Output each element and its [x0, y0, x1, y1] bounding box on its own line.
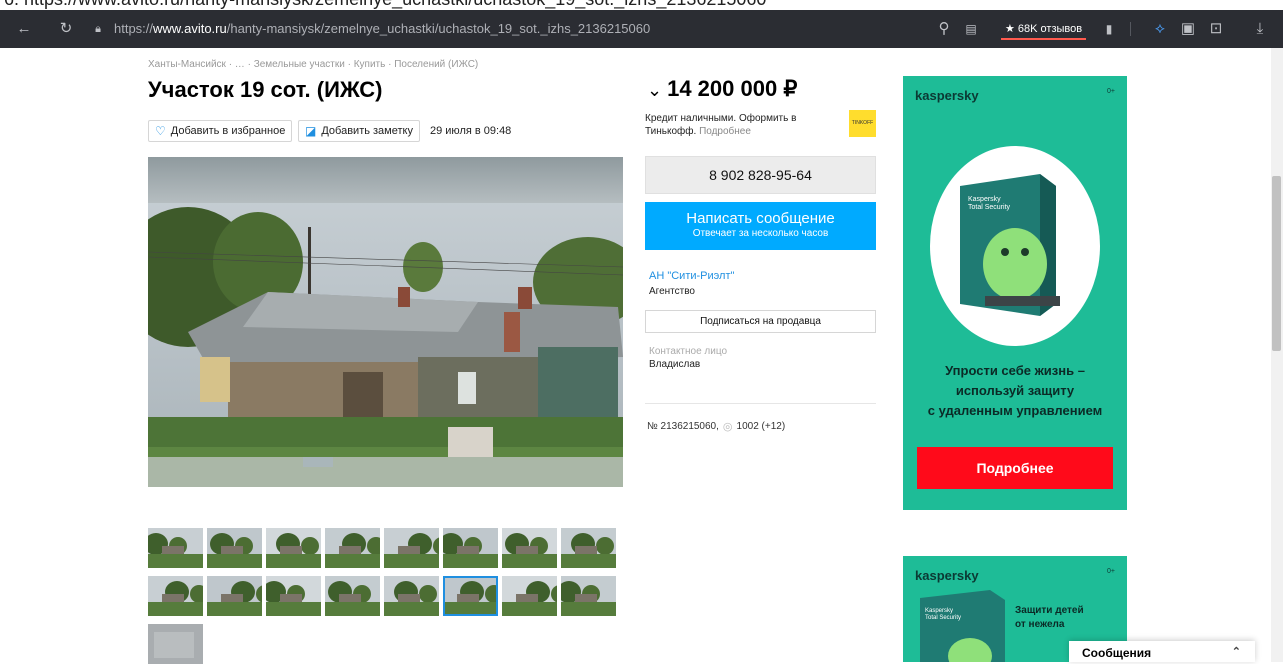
tinkoff-logo[interactable]: TINKOFF [849, 110, 876, 137]
ad2-slogan: Защити детей от нежела [1015, 604, 1084, 632]
photo-thumbnail[interactable] [325, 576, 380, 616]
photo-thumbnail[interactable] [502, 576, 557, 616]
reviews-badge[interactable]: ★ 68K отзывов [1001, 20, 1087, 40]
box-label-1: Kaspersky [925, 608, 953, 614]
toolbar-divider [1130, 22, 1131, 36]
response-time: Отвечает за несколько часов [692, 228, 829, 239]
eye-icon: ◎ [722, 421, 733, 433]
breadcrumb[interactable]: Ханты-Мансийск · … · Земельные участки ·… [148, 59, 478, 70]
url-host: www.avito.ru [153, 21, 227, 36]
ad-slogan-line-2: используй защиту [955, 383, 1075, 398]
photo-thumbnail[interactable] [266, 528, 321, 568]
seller-name-link[interactable]: АН "Сити-Риэлт" [649, 270, 734, 282]
age-rating: 0+ [1107, 88, 1115, 95]
box-label-2: Total Security [968, 204, 1011, 211]
kaspersky-logo: kaspersky [915, 88, 979, 103]
page-title: Участок 19 сот. (ИЖС) [148, 77, 383, 102]
ad-slogan-line-1: Упрости себе жизнь – [945, 363, 1085, 378]
download-icon[interactable]: ⤓ [1250, 10, 1270, 48]
scrollbar-thumb[interactable] [1272, 176, 1281, 351]
photo-thumbnail[interactable] [443, 528, 498, 568]
page-scrollbar[interactable] [1271, 48, 1283, 662]
contact-label: Контактное лицо [649, 346, 728, 357]
photo-thumbnail[interactable] [207, 576, 262, 616]
photo-thumbnail[interactable] [502, 528, 557, 568]
photo-thumbnail[interactable] [207, 528, 262, 568]
write-message-label: Написать сообщение [686, 210, 835, 227]
add-note-button[interactable]: ◪ Добавить заметку [298, 120, 420, 142]
lock-icon: 🔒︎ [95, 23, 101, 35]
extension-icon[interactable]: ⟡ [1150, 10, 1170, 48]
house-photo [148, 157, 623, 487]
reader-icon[interactable]: ▣ [1178, 10, 1198, 48]
listing-date: 29 июля в 09:48 [430, 125, 512, 137]
photo-thumbnail[interactable] [148, 624, 203, 664]
browser-toolbar: ← ↻ 🔒︎ https://www.avito.ru/hanty-mansiy… [0, 10, 1283, 48]
contact-name: Владислав [649, 359, 701, 370]
photo-thumbnail[interactable] [384, 528, 439, 568]
age-rating: 0+ [1107, 568, 1115, 575]
photo-thumbnail[interactable] [561, 576, 616, 616]
price-value: 14 200 000 ₽ [667, 76, 798, 101]
ad-meta: № 2136215060, ◎ 1002 (+12) [647, 420, 785, 433]
main-photo[interactable] [148, 157, 623, 487]
view-count: 1002 (+12) [736, 421, 786, 432]
photo-thumbnail[interactable] [443, 576, 498, 616]
subscribe-seller-button[interactable]: Подписаться на продавца [645, 310, 876, 333]
translate-icon[interactable]: ▤ [960, 10, 982, 48]
box-label-2: Total Security [925, 615, 961, 621]
address-bar[interactable]: https://www.avito.ru/hanty-mansiysk/zeme… [114, 10, 650, 48]
reload-icon[interactable]: ↻ [56, 10, 76, 48]
ad-slogan-line-3: с удаленным управлением [927, 403, 1103, 418]
write-message-button[interactable]: Написать сообщение Отвечает за несколько… [645, 202, 876, 250]
add-note-label: Добавить заметку [321, 125, 413, 137]
add-favorite-button[interactable]: ♡ Добавить в избранное [148, 120, 292, 142]
photo-thumbnail[interactable] [561, 528, 616, 568]
photo-thumbnail[interactable] [384, 576, 439, 616]
section-divider [645, 403, 876, 404]
top-url-strip: 6. https://www.avito.ru/hanty-mansiysk/z… [0, 0, 1283, 10]
ad2-slogan-line-1: Защити детей [1015, 605, 1084, 616]
url-path: /hanty-mansiysk/zemelnye_uchastki/uchast… [226, 21, 651, 36]
chevron-up-icon[interactable]: ⌃ [1232, 645, 1241, 658]
product-box-image: Kaspersky Total Security [920, 590, 1005, 662]
box-label-1: Kaspersky [968, 196, 1001, 203]
top-url-text: 6. https://www.avito.ru/hanty-mansiysk/z… [4, 0, 766, 10]
bookmark-icon[interactable]: ▮ [1100, 10, 1118, 48]
back-arrow-icon[interactable]: ← [14, 10, 34, 48]
messages-label: Сообщения [1082, 646, 1152, 660]
messages-bar[interactable]: Сообщения ⌃ [1069, 641, 1255, 662]
credit-more-link[interactable]: Подробнее [699, 126, 751, 137]
heart-icon: ♡ [155, 124, 166, 138]
seller-type: Агентство [649, 286, 695, 297]
photo-thumbnail[interactable] [148, 528, 203, 568]
ad2-slogan-line-2: от нежела [1015, 619, 1065, 630]
price: ⌄ 14 200 000 ₽ [647, 76, 797, 102]
photo-thumbnail[interactable] [325, 528, 380, 568]
add-favorite-label: Добавить в избранное [170, 125, 286, 137]
ad-number: № 2136215060, [647, 421, 719, 432]
note-icon: ◪ [305, 124, 317, 138]
collections-icon[interactable]: ⊡ [1206, 10, 1226, 48]
kaspersky-ad-banner[interactable]: kaspersky 0+ Kaspersky Total Security Уп… [903, 76, 1127, 510]
chevron-down-icon[interactable]: ⌄ [647, 80, 667, 100]
photo-thumbnail[interactable] [266, 576, 321, 616]
ad-slogan: Упрости себе жизнь – используй защиту с … [903, 361, 1127, 421]
url-prefix: https:// [114, 21, 154, 36]
kaspersky-logo: kaspersky [915, 568, 979, 583]
ad-more-button[interactable]: Подробнее [917, 447, 1113, 489]
credit-offer: Кредит наличными. Оформить в Тинькофф. П… [645, 112, 835, 138]
phone-button[interactable]: 8 902 828-95-64 [645, 156, 876, 194]
product-box-image: Kaspersky Total Security [930, 146, 1100, 346]
search-key-icon[interactable]: ⚲ [934, 10, 954, 48]
photo-thumbnail[interactable] [148, 576, 203, 616]
